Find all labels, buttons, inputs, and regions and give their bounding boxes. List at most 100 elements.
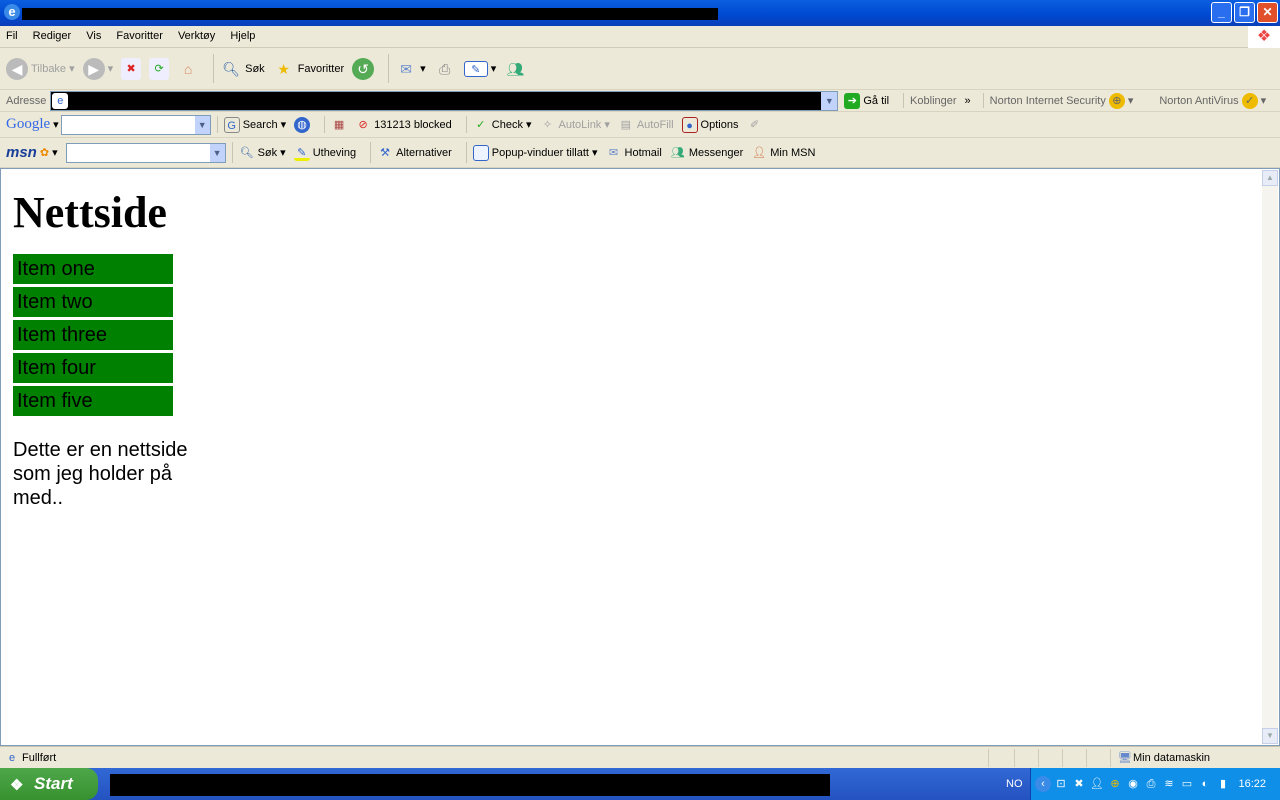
- msn-dropdown[interactable]: ▼: [209, 143, 225, 162]
- scroll-down-button[interactable]: ▼: [1262, 728, 1278, 744]
- nav-item-three[interactable]: Item three: [13, 320, 173, 350]
- printer-error-icon[interactable]: ⎙: [1143, 776, 1159, 792]
- highlight-pen-button[interactable]: ✐: [746, 117, 762, 133]
- address-bar: Adresse e ▼ ➔ Gå til Koblinger» Norton Int…: [0, 90, 1280, 112]
- popup-window-icon: [472, 144, 489, 161]
- google-news-button[interactable]: ◍: [294, 116, 311, 133]
- stop-button[interactable]: ✖: [121, 57, 142, 80]
- forward-button[interactable]: ▶ ▾: [82, 57, 113, 80]
- menu-tools[interactable]: Verktøy: [172, 26, 221, 42]
- security-zone: 🖥︎ Min datamaskin: [1110, 748, 1280, 767]
- tools-icon: ⚒: [380, 146, 391, 159]
- ie-icon: e: [4, 4, 20, 20]
- back-button[interactable]: ◀ Tilbake ▾: [6, 57, 75, 80]
- system-tray: ‹ ⊡ ✖ 👤︎ ⊕ ◉ ⎙ ≋ ▭ ◐ ▮ 16:22: [1030, 768, 1280, 800]
- minimize-button[interactable]: _: [1211, 2, 1232, 23]
- go-button[interactable]: ➔ Gå til: [844, 92, 889, 109]
- display-icon[interactable]: ▭: [1179, 776, 1195, 792]
- menu-edit[interactable]: Rediger: [27, 26, 78, 42]
- messenger-button[interactable]: 👥︎ Messenger: [670, 145, 743, 161]
- pen-icon: ✐: [749, 118, 760, 131]
- network-disconnected-icon[interactable]: ✖: [1071, 776, 1087, 792]
- popup-blocker-button[interactable]: ⊘ 131213 blocked: [355, 117, 451, 133]
- messenger-tray-icon[interactable]: 👤︎: [1089, 776, 1105, 792]
- popups-allowed-button[interactable]: Popup-vinduer tillatt ▾: [472, 144, 598, 161]
- web-page-viewport: Nettside Item one Item two Item three It…: [0, 168, 1280, 746]
- links-button[interactable]: Koblinger: [910, 95, 956, 107]
- menu-bar: Fil Rediger Vis Favoritter Verktøy Hjelp: [0, 26, 1280, 48]
- favorites-button[interactable]: ★ Favoritter: [273, 58, 344, 80]
- search-icon: 🔍︎: [239, 146, 254, 159]
- menu-help[interactable]: Hjelp: [224, 26, 261, 42]
- page-title: Nettside: [13, 188, 167, 237]
- highlighter-icon: ✎: [293, 145, 310, 161]
- highlight-button[interactable]: ✎ Utheving: [293, 145, 356, 161]
- clock[interactable]: 16:22: [1238, 778, 1266, 790]
- show-hidden-icons-button[interactable]: ‹: [1035, 776, 1051, 792]
- restore-button[interactable]: ❐: [1234, 2, 1255, 23]
- print-button[interactable]: ⎙: [434, 58, 456, 80]
- alternatives-button[interactable]: ⚒ Alternativer: [377, 145, 452, 161]
- wireless-icon[interactable]: ≋: [1161, 776, 1177, 792]
- messenger-icon: 👥︎: [506, 60, 525, 77]
- status-bar: e Fullført 🖥︎ Min datamaskin: [0, 746, 1280, 768]
- pagerank-button[interactable]: ▦: [331, 117, 347, 133]
- title-bar: e _ ❐ ✕: [0, 0, 1280, 26]
- nav-list: Item one Item two Item three Item four I…: [13, 254, 173, 419]
- antivirus-icon[interactable]: ◉: [1125, 776, 1141, 792]
- options-button[interactable]: ● Options: [681, 116, 738, 133]
- battery-icon[interactable]: ▮: [1215, 776, 1231, 792]
- hotmail-button[interactable]: ✉ Hotmail: [606, 145, 662, 161]
- spellcheck-button[interactable]: ✓ Check ▾: [473, 117, 531, 133]
- vertical-scrollbar[interactable]: ▲ ▼: [1262, 170, 1278, 744]
- autofill-button[interactable]: ▤ AutoFill: [618, 117, 674, 133]
- windows-logo-icon: ❖: [1248, 26, 1280, 48]
- messenger-button[interactable]: 👥︎: [504, 58, 526, 80]
- search-button[interactable]: 🔍︎ Søk: [220, 58, 264, 80]
- nav-item-five[interactable]: Item five: [13, 386, 173, 416]
- menu-file[interactable]: Fil: [0, 26, 24, 42]
- address-input[interactable]: e ▼: [50, 90, 839, 111]
- autofill-icon: ▤: [620, 118, 632, 131]
- redacted-taskbar-buttons: [110, 774, 830, 796]
- standard-toolbar: ◀ Tilbake ▾ ▶ ▾ ✖ ⟳ ⌂ 🔍︎ Søk ★ Favoritter ↺…: [0, 48, 1280, 90]
- refresh-button[interactable]: ⟳: [149, 57, 170, 80]
- messenger-icon: 👥︎: [670, 146, 685, 159]
- google-search-input[interactable]: ▼: [60, 114, 211, 135]
- edit-button[interactable]: ✎ ▾: [463, 60, 496, 77]
- volume-icon[interactable]: ◐: [1197, 776, 1213, 792]
- scroll-up-button[interactable]: ▲: [1262, 170, 1278, 186]
- computer-icon: 🖥︎: [1118, 751, 1132, 764]
- close-button[interactable]: ✕: [1257, 2, 1278, 23]
- autolink-button[interactable]: ✧ AutoLink ▾: [540, 117, 610, 133]
- my-msn-button[interactable]: 👤︎ Min MSN: [751, 145, 815, 161]
- home-button[interactable]: ⌂: [177, 58, 199, 80]
- menu-favorites[interactable]: Favoritter: [110, 26, 168, 42]
- language-indicator[interactable]: NO: [1006, 778, 1023, 790]
- msn-search-button[interactable]: 🔍︎ Søk ▾: [239, 145, 286, 161]
- google-search-button[interactable]: G Search ▾: [223, 116, 286, 133]
- msn-logo-button[interactable]: msn ✿ ▾: [6, 144, 58, 161]
- address-dropdown[interactable]: ▼: [821, 91, 838, 110]
- nav-item-four[interactable]: Item four: [13, 353, 173, 383]
- norton-antivirus-button[interactable]: Norton AntiVirus ✓ ▾: [1159, 92, 1266, 109]
- options-icon: ●: [681, 116, 698, 133]
- google-logo-button[interactable]: Google ▾: [6, 116, 59, 133]
- refresh-icon: ⟳: [149, 57, 170, 80]
- google-dropdown[interactable]: ▼: [194, 115, 210, 134]
- nav-item-two[interactable]: Item two: [13, 287, 173, 317]
- nav-item-one[interactable]: Item one: [13, 254, 173, 284]
- msn-search-input[interactable]: ▼: [65, 142, 226, 163]
- search-icon: 🔍︎: [222, 60, 241, 77]
- history-button[interactable]: ↺: [352, 57, 375, 80]
- mail-button[interactable]: ✉ ▾: [395, 58, 425, 80]
- network-icon[interactable]: ⊡: [1053, 776, 1069, 792]
- ie-page-icon: e: [52, 92, 69, 109]
- norton-internet-security-button[interactable]: Norton Internet Security ⊕ ▾: [990, 92, 1133, 109]
- start-button[interactable]: ❖ Start: [0, 768, 98, 800]
- menu-view[interactable]: Vis: [80, 26, 107, 42]
- norton-globe-icon[interactable]: ⊕: [1107, 776, 1123, 792]
- pagerank-icon: ▦: [333, 118, 345, 131]
- stop-icon: ✖: [121, 57, 142, 80]
- star-icon: ★: [277, 60, 290, 77]
